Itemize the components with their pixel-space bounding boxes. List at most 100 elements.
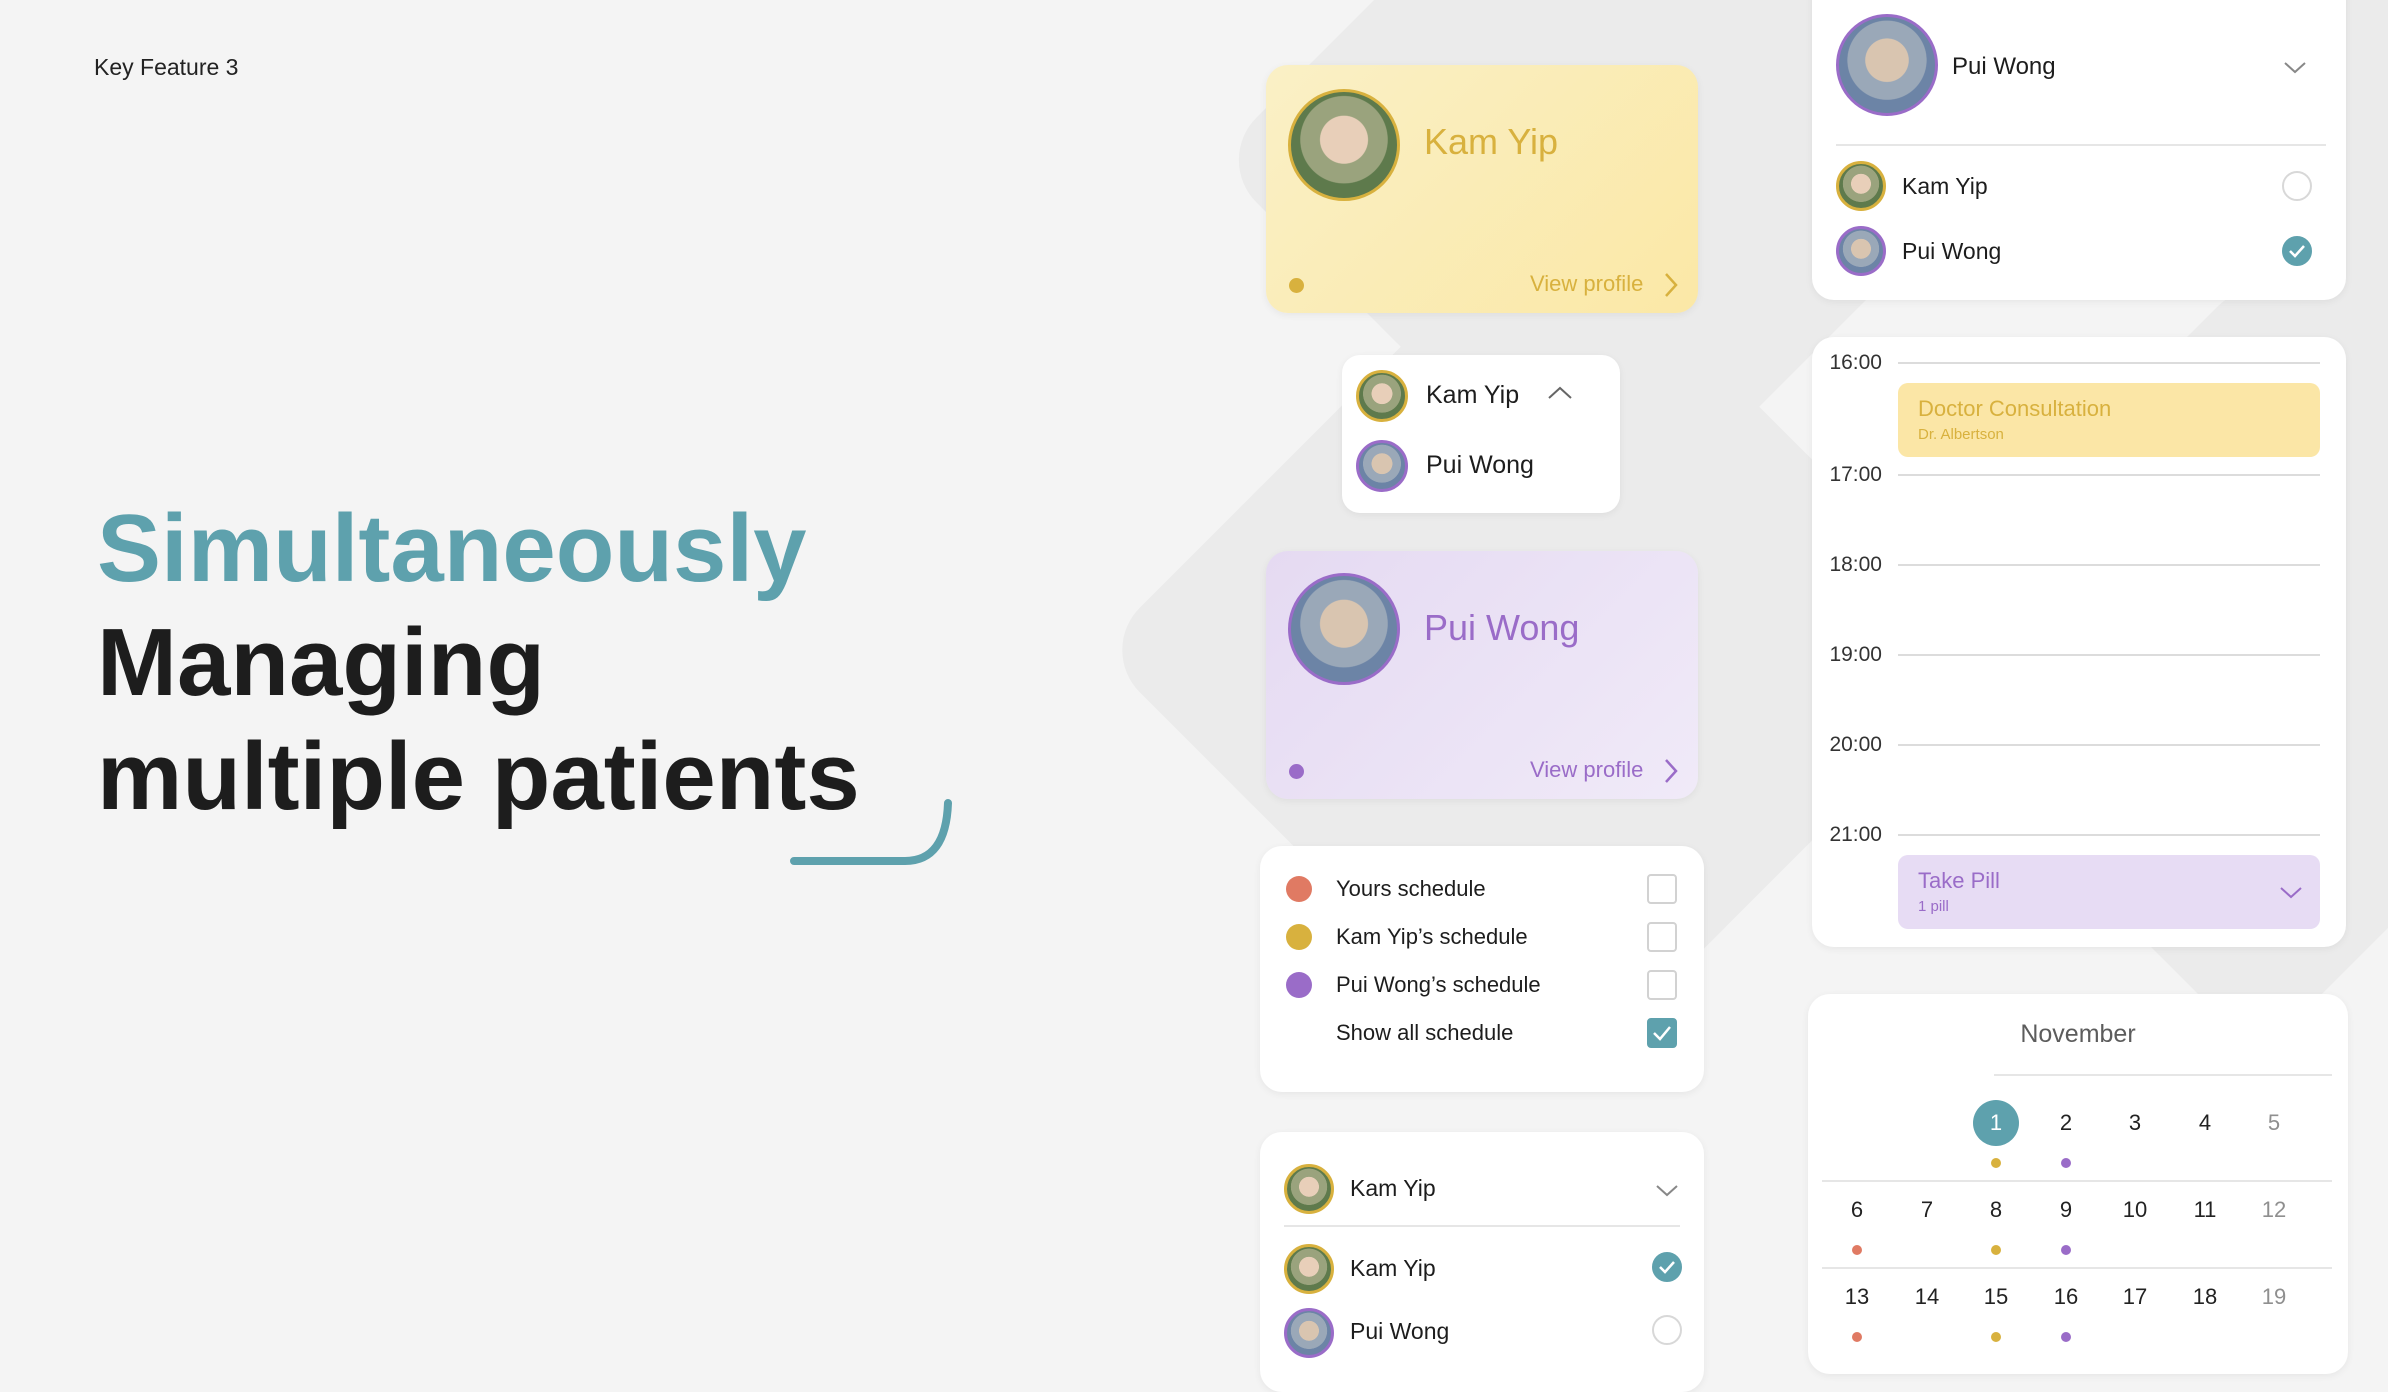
calendar-day[interactable]: 9 [2043, 1187, 2089, 1233]
calendar-day[interactable]: 19 [2251, 1274, 2297, 1320]
hero-line-2: Managing [97, 609, 545, 716]
event-take-pill[interactable]: Take Pill 1 pill [1898, 855, 2320, 929]
calendar-day[interactable]: 16 [2043, 1274, 2089, 1320]
calendar-day[interactable]: 18 [2182, 1274, 2228, 1320]
schedule-filter-card: Yours schedule Kam Yip’s schedule Pui Wo… [1260, 846, 1704, 1092]
calendar-day[interactable]: 11 [2182, 1187, 2228, 1233]
patient-switcher[interactable]: Kam Yip Pui Wong [1342, 355, 1620, 513]
check-icon [1653, 1026, 1671, 1041]
selected-patient[interactable]: Pui Wong [1952, 53, 2056, 81]
feature-kicker: Key Feature 3 [94, 54, 239, 80]
calendar-day[interactable]: 8 [1973, 1187, 2019, 1233]
time-label: 20:00 [1829, 733, 1882, 756]
calendar-day[interactable]: 12 [2251, 1187, 2297, 1233]
avatar [1288, 89, 1400, 201]
hour-line [1898, 474, 2320, 476]
switcher-item-kam-yip[interactable]: Kam Yip [1426, 381, 1519, 410]
hour-line [1898, 834, 2320, 836]
time-label: 21:00 [1829, 823, 1882, 846]
chevron-down-icon[interactable] [1654, 1183, 1680, 1197]
calendar-day[interactable]: 5 [2251, 1100, 2297, 1146]
event-dot [2061, 1158, 2071, 1168]
chevron-down-icon[interactable] [2282, 60, 2308, 74]
calendar-day[interactable]: 4 [2182, 1100, 2228, 1146]
option-pui-wong[interactable]: Pui Wong [1902, 238, 2001, 265]
option-radio-pui-wong[interactable] [1652, 1315, 1682, 1345]
option-pui-wong[interactable]: Pui Wong [1350, 1318, 1449, 1345]
filter-label: Kam Yip’s schedule [1336, 924, 1528, 949]
event-dot [1991, 1332, 2001, 1342]
event-title: Doctor Consultation [1918, 396, 2112, 421]
avatar [1356, 370, 1408, 422]
option-radio-pui-wong[interactable] [2282, 236, 2312, 266]
status-dot [1289, 764, 1304, 779]
time-label: 18:00 [1829, 553, 1882, 576]
hero-underline-swoosh [790, 799, 952, 865]
calendar-day[interactable]: 14 [1904, 1274, 1950, 1320]
profile-name: Pui Wong [1424, 607, 1580, 648]
calendar-day[interactable]: 6 [1834, 1187, 1880, 1233]
filter-label: Show all schedule [1336, 1020, 1514, 1045]
calendar-day[interactable]: 7 [1904, 1187, 1950, 1233]
filter-label: Pui Wong’s schedule [1336, 972, 1541, 997]
filter-checkbox-yours[interactable] [1647, 874, 1677, 904]
event-dot [1991, 1245, 2001, 1255]
week-divider [1822, 1267, 2332, 1269]
chevron-down-icon[interactable] [2278, 885, 2304, 899]
filter-checkbox-kam-yip[interactable] [1647, 922, 1677, 952]
event-dot [1852, 1245, 1862, 1255]
profile-card-pui-wong[interactable]: Pui Wong View profile [1266, 551, 1698, 799]
chevron-right-icon [1665, 759, 1678, 783]
chevron-right-icon [1665, 273, 1678, 297]
check-icon [2289, 245, 2305, 258]
event-title: Take Pill [1918, 868, 2000, 893]
avatar [1284, 1164, 1334, 1214]
avatar [1288, 573, 1400, 685]
event-dot [1852, 1332, 1862, 1342]
color-dot-yellow [1286, 924, 1312, 950]
view-profile-link[interactable]: View profile [1530, 271, 1643, 297]
hour-line [1898, 564, 2320, 566]
calendar-day[interactable]: 17 [2112, 1274, 2158, 1320]
option-kam-yip[interactable]: Kam Yip [1902, 173, 1988, 200]
time-label: 19:00 [1829, 643, 1882, 666]
avatar [1284, 1244, 1334, 1294]
time-label: 16:00 [1829, 351, 1882, 374]
calendar-day[interactable]: 2 [2043, 1100, 2089, 1146]
event-dot [2061, 1332, 2071, 1342]
calendar-day[interactable]: 3 [2112, 1100, 2158, 1146]
hero-line-1: Simultaneously [97, 495, 807, 602]
check-icon [1659, 1261, 1675, 1274]
calendar-day-selected[interactable]: 1 [1973, 1100, 2019, 1146]
divider [1284, 1225, 1680, 1227]
selected-patient[interactable]: Kam Yip [1350, 1175, 1436, 1202]
calendar-grid: 1 2 3 4 5 6 7 8 9 10 11 12 13 14 15 16 17 18 19 [1808, 994, 2348, 1374]
color-dot-coral [1286, 876, 1312, 902]
profile-card-kam-yip[interactable]: Kam Yip View profile [1266, 65, 1698, 313]
filter-checkbox-pui-wong[interactable] [1647, 970, 1677, 1000]
switcher-item-pui-wong[interactable]: Pui Wong [1426, 451, 1534, 480]
calendar-day[interactable]: 13 [1834, 1274, 1880, 1320]
event-dot [2061, 1245, 2071, 1255]
event-dot [1991, 1158, 2001, 1168]
patient-select-bottom: Kam Yip Kam Yip Pui Wong [1260, 1132, 1704, 1392]
option-kam-yip[interactable]: Kam Yip [1350, 1255, 1436, 1282]
hour-line [1898, 744, 2320, 746]
event-subtitle: 1 pill [1918, 898, 1949, 915]
filter-checkbox-show-all[interactable] [1647, 1018, 1677, 1048]
chevron-up-icon[interactable] [1546, 385, 1574, 401]
avatar [1836, 226, 1886, 276]
view-profile-link[interactable]: View profile [1530, 757, 1643, 783]
time-label: 17:00 [1829, 463, 1882, 486]
calendar-day[interactable]: 10 [2112, 1187, 2158, 1233]
option-radio-kam-yip[interactable] [2282, 171, 2312, 201]
filter-label: Yours schedule [1336, 876, 1486, 901]
event-doctor-consultation[interactable]: Doctor Consultation Dr. Albertson [1898, 383, 2320, 457]
option-radio-kam-yip[interactable] [1652, 1252, 1682, 1282]
timeline-card: 16:00 Doctor Consultation Dr. Albertson … [1812, 337, 2346, 947]
avatar [1284, 1308, 1334, 1358]
calendar-day[interactable]: 15 [1973, 1274, 2019, 1320]
avatar [1836, 161, 1886, 211]
color-dot-purple [1286, 972, 1312, 998]
patient-select-top: Pui Wong Kam Yip Pui Wong [1812, 0, 2346, 300]
